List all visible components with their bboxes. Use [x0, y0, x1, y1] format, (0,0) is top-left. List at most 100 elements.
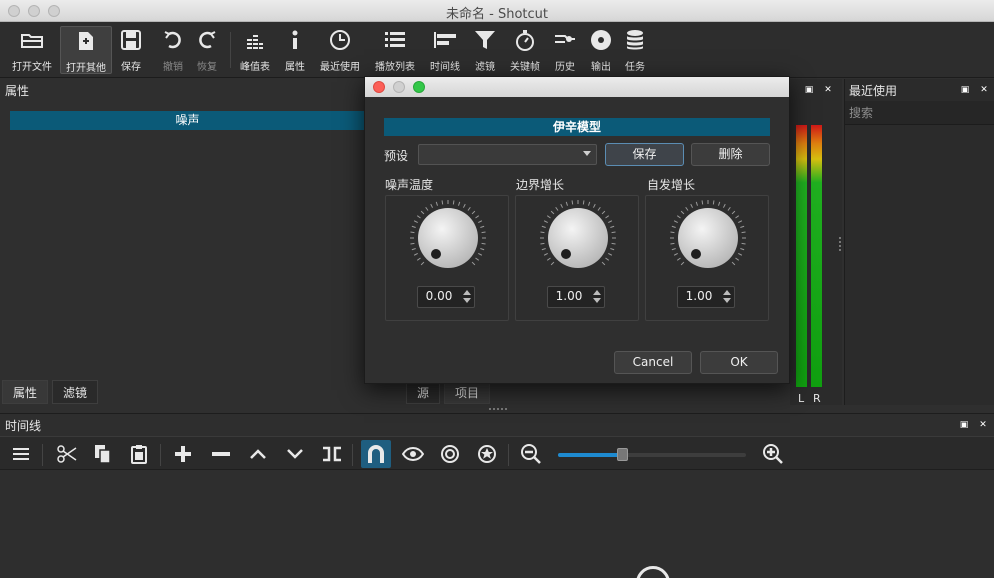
float-panel-icon[interactable]: ▣: [804, 85, 814, 95]
open-file-button[interactable]: 打开文件: [8, 26, 56, 74]
close-panel-icon[interactable]: ✕: [823, 85, 833, 95]
clock-icon: [318, 26, 362, 54]
meter-bar-left: [796, 125, 807, 387]
info-icon: [280, 26, 310, 54]
properties-button[interactable]: 属性: [280, 26, 310, 74]
timeline-panel: 时间线 ▣ ✕: [0, 413, 994, 578]
float-recent-icon[interactable]: ▣: [960, 85, 970, 95]
spinbox-value: 1.00: [685, 289, 713, 303]
cut-icon[interactable]: [52, 440, 82, 468]
filters-button[interactable]: 滤镜: [470, 26, 500, 74]
open-folder-icon: [8, 26, 56, 54]
peak-meter-button[interactable]: 峰值表: [238, 26, 272, 74]
meter-label-right: R: [813, 392, 821, 405]
timeline-separator: [160, 444, 161, 466]
app-window: 未命名 - Shotcut 打开文件 打开其他 保存 撤销 恢复 峰值表 属性 …: [0, 0, 994, 578]
zoom-out-icon[interactable]: [516, 440, 546, 468]
keyframes-label: 关键帧: [510, 62, 540, 73]
spin-arrows-icon[interactable]: [461, 288, 473, 306]
preset-combobox[interactable]: [418, 144, 597, 165]
snap-magnet-icon[interactable]: [361, 440, 391, 468]
ripple-target-icon[interactable]: [435, 440, 465, 468]
spinbox-noise-temp[interactable]: 0.00: [417, 286, 475, 308]
spinbox-border-growth[interactable]: 1.00: [547, 286, 605, 308]
delete-preset-button[interactable]: 删除: [691, 143, 770, 166]
spinbox-spont-growth[interactable]: 1.00: [677, 286, 735, 308]
dial-border-growth[interactable]: [516, 196, 640, 286]
float-timeline-icon[interactable]: ▣: [959, 420, 969, 430]
splitter-handle[interactable]: [489, 408, 507, 410]
properties-tabs: 属性 滤镜: [0, 380, 364, 406]
peak-meter-label: 峰值表: [240, 62, 270, 73]
recent-title: 最近使用: [849, 84, 898, 98]
spin-arrows-icon[interactable]: [591, 288, 603, 306]
spinbox-value: 1.00: [555, 289, 583, 303]
export-label: 输出: [591, 62, 611, 73]
undo-button[interactable]: 撤销: [158, 26, 188, 74]
dial-noise-temp[interactable]: [386, 196, 510, 286]
param-label-border-growth: 边界增长: [516, 178, 565, 192]
spin-arrows-icon[interactable]: [721, 288, 733, 306]
history-icon: [550, 26, 580, 54]
scrub-eye-icon[interactable]: [398, 440, 428, 468]
recent-button[interactable]: 最近使用: [318, 26, 362, 74]
cancel-button[interactable]: Cancel: [614, 351, 692, 374]
save-icon: [116, 26, 146, 54]
timeline-toolbar: [0, 436, 994, 470]
append-icon[interactable]: [168, 440, 198, 468]
split-icon[interactable]: [317, 440, 347, 468]
save-toolbar-button[interactable]: 保存: [116, 26, 146, 74]
timeline-separator: [42, 444, 43, 466]
timeline-separator: [508, 444, 509, 466]
zoom-slider-handle[interactable]: [616, 448, 628, 461]
recent-search-input[interactable]: 搜索: [845, 101, 994, 125]
timeline-menu-icon[interactable]: [6, 440, 36, 468]
keyframes-button[interactable]: 关键帧: [508, 26, 542, 74]
tab-properties[interactable]: 属性: [2, 380, 49, 404]
redo-label: 恢复: [197, 62, 217, 73]
filter-icon: [470, 26, 500, 54]
copy-icon[interactable]: [88, 440, 118, 468]
timeline-button[interactable]: 时间线: [428, 26, 462, 74]
param-box-noise-temp: 0.00: [385, 195, 509, 321]
history-button[interactable]: 历史: [550, 26, 580, 74]
redo-button[interactable]: 恢复: [192, 26, 222, 74]
main-toolbar: 打开文件 打开其他 保存 撤销 恢复 峰值表 属性 最近使用 播放列表 时间线 …: [0, 22, 994, 78]
stopwatch-icon: [508, 26, 542, 54]
close-timeline-icon[interactable]: ✕: [978, 420, 988, 430]
ok-button[interactable]: OK: [700, 351, 778, 374]
meter-bar-right: [811, 125, 822, 387]
remove-icon[interactable]: [206, 440, 236, 468]
open-other-button[interactable]: 打开其他: [60, 26, 112, 74]
dialog-zoom-button[interactable]: [413, 81, 425, 93]
dialog-minimize-button[interactable]: [393, 81, 405, 93]
lift-icon[interactable]: [243, 440, 273, 468]
paste-icon[interactable]: [124, 440, 154, 468]
playlist-button[interactable]: 播放列表: [372, 26, 418, 74]
properties-label: 属性: [285, 62, 305, 73]
redo-icon: [192, 26, 222, 54]
recent-label: 最近使用: [320, 62, 360, 73]
zoom-in-icon[interactable]: [758, 440, 788, 468]
tab-filters[interactable]: 滤镜: [52, 380, 99, 404]
zoom-slider-fill: [558, 453, 622, 457]
close-recent-icon[interactable]: ✕: [979, 85, 989, 95]
playlist-icon: [372, 26, 418, 54]
filter-name-header: 伊辛模型: [384, 118, 770, 136]
current-filter-bar[interactable]: 噪声: [10, 111, 365, 130]
dial-spont-growth[interactable]: [646, 196, 770, 286]
param-box-border-growth: 1.00: [515, 195, 639, 321]
dialog-body: 伊辛模型 预设 保存 删除 噪声温度 边界增长 自发增长 0.00 1.00 1…: [365, 97, 789, 383]
zoom-slider[interactable]: [558, 448, 746, 461]
chevron-down-icon: [583, 151, 591, 156]
ripple-all-icon[interactable]: [472, 440, 502, 468]
param-label-noise-temp: 噪声温度: [385, 178, 434, 192]
overwrite-icon[interactable]: [280, 440, 310, 468]
jobs-button[interactable]: 任务: [620, 26, 650, 74]
dialog-close-button[interactable]: [373, 81, 385, 93]
export-button[interactable]: 输出: [586, 26, 616, 74]
save-preset-button[interactable]: 保存: [605, 143, 684, 166]
spinbox-value: 0.00: [425, 289, 453, 303]
meter-splitter[interactable]: [839, 237, 842, 251]
preset-label: 预设: [384, 149, 409, 163]
